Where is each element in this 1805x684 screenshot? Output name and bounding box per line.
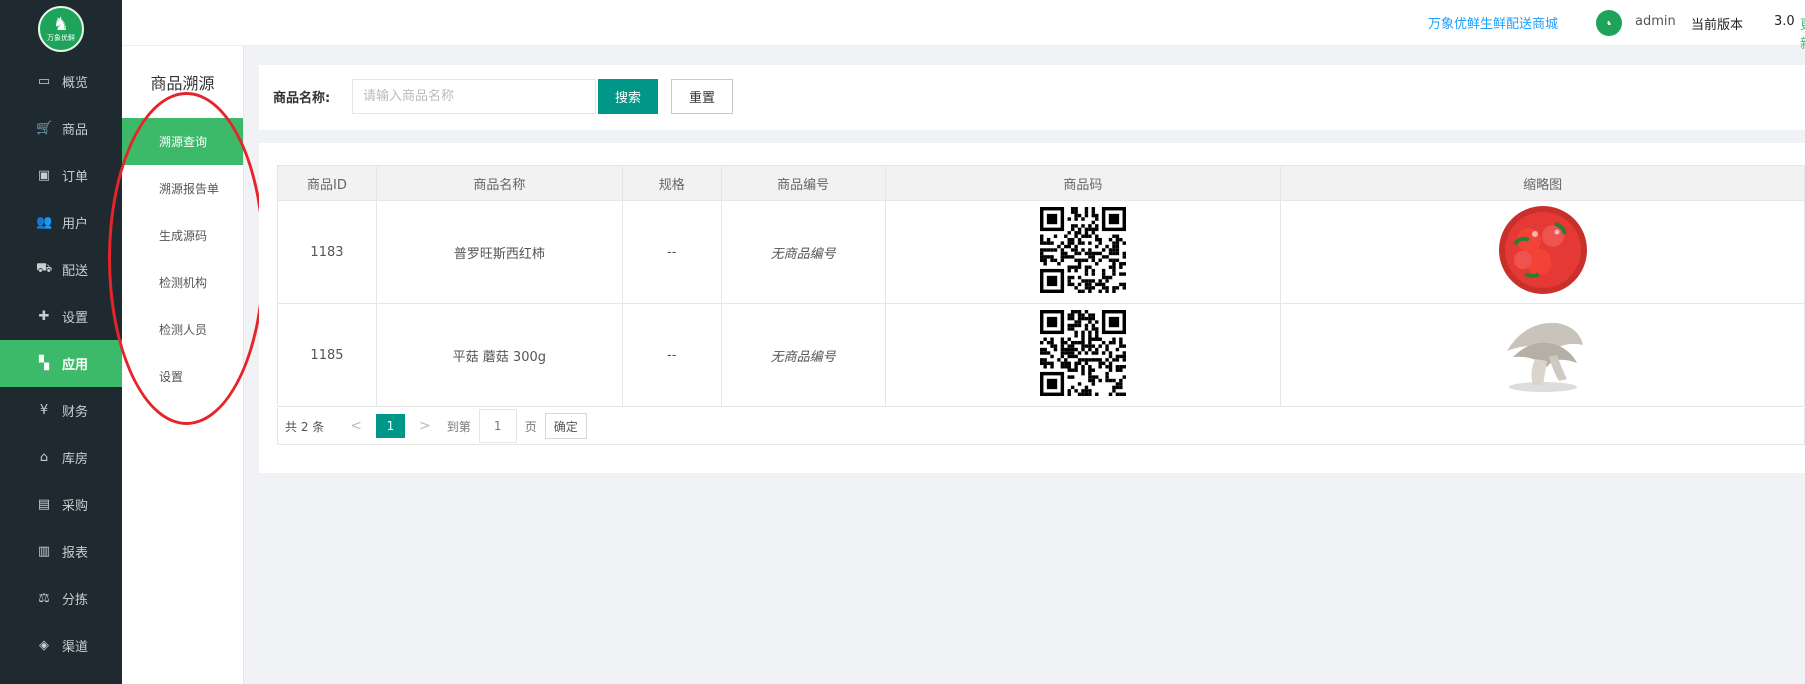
sidebar-item-7[interactable]: ¥ 财务 <box>0 387 122 434</box>
yen-icon: ¥ <box>39 403 49 418</box>
product-id-cell: 1183 <box>277 200 377 304</box>
box-icon: ◈ <box>39 638 49 653</box>
header-cell[interactable]: 商品编号 <box>720 165 886 201</box>
thumbnail-image[interactable] <box>1280 303 1805 407</box>
table-row: 1185 平菇 蘑菇 300g -- 无商品编号 <box>277 303 1805 407</box>
search-form: 商品名称: 搜索 重置 <box>259 65 1805 130</box>
submenu-item-0[interactable]: 溯源查询 <box>122 118 243 165</box>
logo-text: 万象优鲜 <box>47 33 75 42</box>
submenu-title: 商品溯源 <box>150 74 215 93</box>
cart-icon: 🛒 <box>36 121 53 136</box>
brand-link[interactable]: 万象优鲜生鲜配送商城 <box>1428 13 1558 32</box>
submenu-item-2[interactable]: 生成源码 <box>122 212 243 259</box>
sidebar-item-3[interactable]: 👥 用户 <box>0 199 122 246</box>
sidebar-item-0[interactable]: ▭ 概览 <box>0 58 122 105</box>
sidebar-item-6[interactable]: ▚ 应用 <box>0 340 122 387</box>
scale-icon: ⚖ <box>38 591 50 606</box>
submenu-item-3[interactable]: 检测机构 <box>122 259 243 306</box>
submenu-item-4[interactable]: 检测人员 <box>122 306 243 353</box>
results-table: 商品ID 商品名称 规格 商品编号 商品码 缩略图 1183 普罗旺斯西红柿 -- 无… <box>277 165 1805 407</box>
prev-page-icon[interactable]: < <box>350 418 362 434</box>
main-sidebar: ♞ 万象优鲜 ▭ 概览 🛒 商品 ▣ 订单 👥 用户 ⛟ 配送 ✚ 设置 ▚ 应用 ¥ 财务 ⌂ 库房 ▤ 采购 ▥ 报表… <box>0 0 122 684</box>
elephant-icon: ♞ <box>52 13 70 35</box>
bus-icon: ▤ <box>37 497 51 512</box>
version-label: 当前版本 <box>1691 18 1744 33</box>
goto-page-input[interactable] <box>478 409 517 443</box>
product-code-cell: 无商品编号 <box>720 200 886 304</box>
header-cell[interactable]: 缩略图 <box>1280 165 1805 201</box>
page-label: 页 <box>524 419 537 434</box>
sidebar-item-label: 设置 <box>62 311 89 326</box>
table-row: 1183 普罗旺斯西红柿 -- 无商品编号 <box>277 200 1805 304</box>
product-spec-cell: -- <box>621 303 722 407</box>
header-cell[interactable]: 规格 <box>621 165 722 201</box>
goto-label: 到第 <box>446 419 471 434</box>
qr-code-image[interactable] <box>884 303 1282 407</box>
product-spec-cell: -- <box>621 200 722 304</box>
sidebar-item-4[interactable]: ⛟ 配送 <box>0 246 122 293</box>
logo[interactable]: ♞ 万象优鲜 <box>0 0 122 58</box>
product-id-cell: 1185 <box>277 303 377 407</box>
sidebar-item-5[interactable]: ✚ 设置 <box>0 293 122 340</box>
truck-icon: ⛟ <box>36 261 53 276</box>
next-page-icon[interactable]: > <box>419 418 431 434</box>
sidebar-item-label: 渠道 <box>62 640 89 655</box>
money-icon: ▣ <box>37 168 51 183</box>
product-code-cell: 无商品编号 <box>720 303 886 407</box>
update-link[interactable]: 更新 <box>1800 14 1805 52</box>
version-number: 3.0 <box>1774 14 1795 29</box>
pagination: 共 2 条 < 1 > 到第 页 确定 <box>277 408 1805 445</box>
table-header-row: 商品ID 商品名称 规格 商品编号 商品码 缩略图 <box>277 165 1805 201</box>
sidebar-item-1[interactable]: 🛒 商品 <box>0 105 122 152</box>
submenu-item-5[interactable]: 设置 <box>122 353 243 400</box>
submenu-item-1[interactable]: 溯源报告单 <box>122 165 243 212</box>
thumbnail-image[interactable] <box>1280 200 1805 304</box>
sidebar-item-label: 报表 <box>62 546 89 561</box>
header-cell[interactable]: 商品ID <box>277 165 377 201</box>
sidebar-item-8[interactable]: ⌂ 库房 <box>0 434 122 481</box>
top-header: 万象优鲜生鲜配送商城 ♞ admin 当前版本 3.0 更新 <box>122 0 1805 52</box>
monitor-icon: ▭ <box>37 74 51 89</box>
reset-button[interactable]: 重置 <box>671 79 733 114</box>
confirm-button[interactable]: 确定 <box>544 413 587 439</box>
product-name-cell: 普罗旺斯西红柿 <box>375 200 623 304</box>
header-cell[interactable]: 商品名称 <box>375 165 623 201</box>
bar-chart-icon: ▥ <box>37 544 51 559</box>
sidebar-item-label: 订单 <box>62 170 89 185</box>
sidebar-item-2[interactable]: ▣ 订单 <box>0 152 122 199</box>
header-cell[interactable]: 商品码 <box>884 165 1282 201</box>
sidebar-item-9[interactable]: ▤ 采购 <box>0 481 122 528</box>
sidebar-item-11[interactable]: ⚖ 分拣 <box>0 575 122 622</box>
page-1-button[interactable]: 1 <box>376 414 405 438</box>
home-icon: ⌂ <box>39 450 49 465</box>
sidebar-item-label: 配送 <box>62 264 89 279</box>
sidebar-item-12[interactable]: ◈ 渠道 <box>0 622 122 669</box>
logo-badge: ♞ 万象优鲜 <box>38 6 84 52</box>
sidebar-item-label: 应用 <box>62 358 89 373</box>
sidebar-item-label: 概览 <box>62 76 89 91</box>
sidebar-item-label: 采购 <box>62 499 89 514</box>
users-icon: 👥 <box>36 215 53 230</box>
search-input[interactable] <box>352 79 596 114</box>
username[interactable]: admin <box>1635 14 1676 29</box>
sidebar-item-label: 分拣 <box>62 593 89 608</box>
total-count: 共 2 条 <box>285 419 325 434</box>
sidebar-item-10[interactable]: ▥ 报表 <box>0 528 122 575</box>
qr-code-image[interactable] <box>884 200 1282 304</box>
sidebar-item-label: 财务 <box>62 405 89 420</box>
avatar[interactable]: ♞ <box>1596 10 1622 36</box>
sidebar-item-label: 用户 <box>62 217 89 232</box>
sidebar-item-label: 商品 <box>62 123 89 138</box>
product-name-cell: 平菇 蘑菇 300g <box>375 303 623 407</box>
submenu-panel: 商品溯源 溯源查询 溯源报告单 生成源码 检测机构 检测人员 设置 <box>122 46 244 684</box>
search-button[interactable]: 搜索 <box>598 79 658 114</box>
puzzle-icon: ✚ <box>38 309 50 324</box>
grid-icon: ▚ <box>39 356 49 371</box>
search-label: 商品名称: <box>273 91 331 106</box>
results-card: 商品ID 商品名称 规格 商品编号 商品码 缩略图 1183 普罗旺斯西红柿 -- 无… <box>259 143 1805 473</box>
sidebar-item-label: 库房 <box>62 452 89 467</box>
